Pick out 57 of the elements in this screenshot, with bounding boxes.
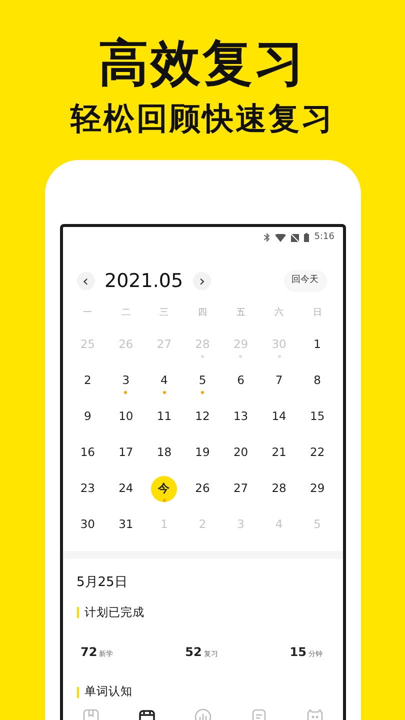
calendar-day[interactable]: 13 [228, 404, 254, 430]
bluetooth-icon [264, 233, 270, 242]
next-month-button[interactable]: › [193, 272, 212, 290]
calendar-day[interactable]: 21 [266, 440, 292, 466]
status-time: 5:16 [314, 231, 334, 244]
calendar-day[interactable]: 1 [304, 332, 330, 358]
calendar-day[interactable]: 23 [74, 476, 101, 502]
calendar-day[interactable]: 9 [74, 404, 101, 430]
subheadline: 轻松回顾快速复习 [70, 101, 334, 138]
calendar-day[interactable]: 3 [112, 368, 139, 394]
calendar-day[interactable]: 30 [74, 512, 101, 538]
calendar-day[interactable]: 20 [228, 440, 254, 466]
calendar-day[interactable]: 6 [228, 368, 254, 394]
calendar-day[interactable]: 26 [189, 476, 216, 502]
weekday-label: 六 [274, 307, 285, 320]
stat-value: 15 [290, 645, 306, 660]
today-button[interactable]: 回今天 [284, 270, 326, 292]
weekday-label: 五 [235, 307, 246, 320]
calendar-day[interactable]: 15 [304, 404, 330, 430]
accent-bar [76, 686, 78, 698]
calendar-day[interactable]: 27 [228, 476, 254, 502]
calendar-day[interactable]: 4 [151, 368, 178, 394]
wifi-icon [275, 234, 286, 242]
weekday-label: 四 [196, 307, 208, 320]
calendar-day[interactable]: 19 [189, 440, 216, 466]
calendar-day[interactable]: 18 [151, 440, 178, 466]
calendar-day[interactable]: 16 [74, 440, 101, 466]
section-title: 单词认知 [84, 683, 132, 700]
calendar-day[interactable]: 28 [266, 476, 292, 502]
calendar-day[interactable]: 7 [266, 368, 292, 394]
no-sim-icon [291, 234, 300, 242]
calendar-day[interactable]: 17 [112, 440, 139, 466]
battery-icon [304, 233, 310, 242]
calendar-day[interactable]: 2 [74, 368, 101, 394]
calendar-day[interactable]: 22 [304, 440, 330, 466]
calendar-day[interactable]: 24 [112, 476, 139, 502]
weekday-label: 三 [158, 307, 170, 320]
calendar-day[interactable]: 8 [304, 368, 330, 394]
calendar-day[interactable]: 11 [151, 404, 178, 430]
weekday-label: 日 [312, 307, 323, 320]
headline: 高效复习 [98, 36, 306, 91]
calendar-day[interactable]: 31 [112, 512, 139, 538]
previous-month-button[interactable]: ‹ [76, 272, 94, 290]
weekday-label: 二 [120, 307, 132, 320]
stat-value: 52 [185, 645, 202, 660]
selected-date: 5月25日 [76, 574, 128, 592]
calendar-day[interactable]: 29 [304, 476, 330, 502]
month-title: 2021.05 [104, 268, 184, 294]
section-title: 计划已完成 [84, 604, 144, 622]
accent-bar [76, 607, 78, 618]
weekday-label: 一 [82, 307, 94, 320]
calendar-day[interactable]: 12 [189, 404, 216, 430]
stat-value: 72 [80, 645, 98, 660]
selected-day[interactable]: 今 [151, 476, 178, 502]
calendar-day[interactable]: 5 [189, 368, 216, 394]
calendar-day[interactable]: 10 [112, 404, 139, 430]
calendar-day[interactable]: 14 [266, 404, 292, 430]
